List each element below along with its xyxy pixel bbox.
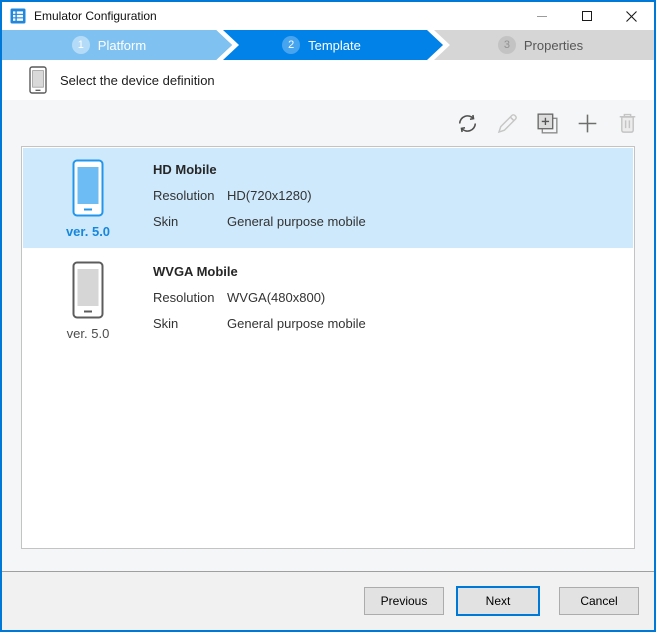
spec-row-skin: Skin General purpose mobile [153,316,366,331]
delete-button[interactable] [613,109,641,137]
step-number-badge: 2 [282,36,300,54]
phone-hd-icon [72,159,104,217]
device-definition-list: ver. 5.0 HD Mobile Resolution HD(720x128… [21,146,635,549]
spec-row-skin: Skin General purpose mobile [153,214,366,229]
title-bar: Emulator Configuration [2,2,654,30]
main-panel: ver. 5.0 HD Mobile Resolution HD(720x128… [2,100,654,571]
step-label: Properties [524,38,583,53]
clone-icon [534,110,561,137]
spec-value: General purpose mobile [227,316,366,331]
minimize-button[interactable] [519,2,564,30]
wizard-step-bar: 1 Platform 2 Template 3 Properties [2,30,654,60]
spec-label: Resolution [153,188,227,203]
device-phone-icon [29,66,47,94]
page-subheader: Select the device definition [2,60,654,100]
page-subtitle: Select the device definition [60,73,215,88]
step-template[interactable]: 2 Template [216,30,427,60]
device-icon-column: ver. 5.0 [23,148,153,248]
previous-button[interactable]: Previous [364,587,444,615]
step-platform[interactable]: 1 Platform [2,30,216,60]
maximize-button[interactable] [564,2,609,30]
step-properties[interactable]: 3 Properties [427,30,654,60]
device-toolbar [2,100,654,146]
footer-button-bar: Previous Next Cancel [2,572,654,630]
app-icon [10,8,26,24]
edit-button[interactable] [493,109,521,137]
maximize-icon [582,11,592,21]
edit-pencil-icon [494,110,521,137]
device-icon-column: ver. 5.0 [23,250,153,350]
refresh-icon [454,110,481,137]
step-number-badge: 1 [72,36,90,54]
device-details: WVGA Mobile Resolution WVGA(480x800) Ski… [153,250,366,350]
clone-button[interactable] [533,109,561,137]
step-label: Platform [98,38,146,53]
device-details: HD Mobile Resolution HD(720x1280) Skin G… [153,148,366,248]
close-button[interactable] [609,2,654,30]
spec-row-resolution: Resolution WVGA(480x800) [153,290,366,305]
spec-label: Skin [153,214,227,229]
add-button[interactable] [573,109,601,137]
device-name: WVGA Mobile [153,264,366,279]
refresh-button[interactable] [453,109,481,137]
window-title: Emulator Configuration [34,9,157,23]
delete-trash-icon [614,110,641,137]
step-label: Template [308,38,361,53]
step-number-badge: 3 [498,36,516,54]
spec-label: Skin [153,316,227,331]
spec-value: HD(720x1280) [227,188,312,203]
phone-wvga-icon [72,261,104,319]
device-version: ver. 5.0 [67,326,110,341]
spec-row-resolution: Resolution HD(720x1280) [153,188,366,203]
next-button[interactable]: Next [456,586,540,616]
device-name: HD Mobile [153,162,366,177]
minimize-icon [537,16,547,17]
device-item-wvga-mobile[interactable]: ver. 5.0 WVGA Mobile Resolution WVGA(480… [23,250,633,350]
spec-label: Resolution [153,290,227,305]
spec-value: General purpose mobile [227,214,366,229]
spec-value: WVGA(480x800) [227,290,325,305]
device-item-hd-mobile[interactable]: ver. 5.0 HD Mobile Resolution HD(720x128… [23,148,633,248]
cancel-button[interactable]: Cancel [559,587,639,615]
device-version: ver. 5.0 [66,224,110,239]
close-icon [626,11,637,22]
add-icon [574,110,601,137]
